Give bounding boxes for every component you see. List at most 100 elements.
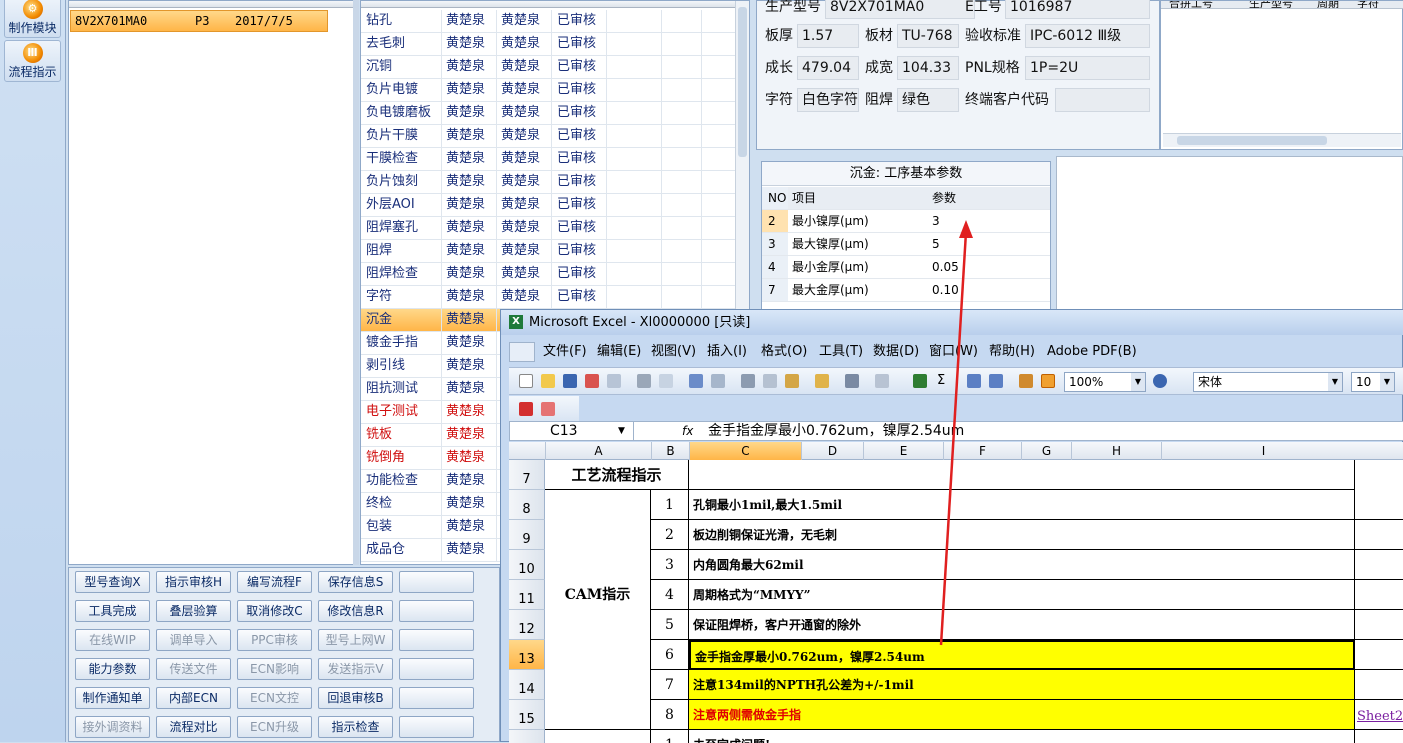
sort-asc-icon[interactable] (967, 374, 981, 388)
formula-content[interactable]: 金手指金厚最小0.762um，镍厚2.54um (708, 422, 964, 440)
function-button[interactable]: ECN升级 (237, 716, 312, 738)
standard-field[interactable]: IPC-6012 Ⅲ级 (1025, 24, 1150, 48)
step-number-cell[interactable]: 2 (651, 520, 689, 550)
step-number-cell[interactable]: 4 (651, 580, 689, 610)
excel-menu-item[interactable]: 文件(F) (543, 338, 587, 366)
new-icon[interactable] (519, 374, 533, 388)
excel-menu-item[interactable]: 视图(V) (651, 338, 696, 366)
function-button[interactable]: 型号查询X (75, 571, 150, 593)
thickness-field[interactable]: 1.57 (797, 24, 859, 48)
nav-flow-instruction[interactable]: Ⅲ 流程指示 (4, 40, 61, 82)
process-row[interactable]: 负片电镀 黄楚泉 黄楚泉 已审核 (361, 79, 735, 102)
step-number-cell[interactable]: 6 (651, 640, 689, 670)
function-button[interactable] (399, 629, 474, 651)
pdf-icon[interactable] (519, 402, 533, 416)
param-row[interactable]: 7 最大金厚(μm) 0.10 (762, 279, 1050, 302)
column-header[interactable]: G (1021, 442, 1071, 460)
pdf-mail-icon[interactable] (541, 402, 555, 416)
instruction-cell[interactable]: 注意134mil的NPTH孔公差为+/-1mil (689, 670, 1355, 700)
email-icon[interactable] (607, 374, 621, 388)
process-row[interactable]: 去毛刺 黄楚泉 黄楚泉 已审核 (361, 33, 735, 56)
permission-icon[interactable] (585, 374, 599, 388)
char-field[interactable]: 白色字符 (797, 88, 859, 112)
column-header[interactable]: B (651, 442, 689, 460)
process-row[interactable]: 字符 黄楚泉 黄楚泉 已审核 (361, 286, 735, 309)
instruction-cell[interactable]: 孔铜最小1mil,最大1.5mil (689, 490, 1355, 520)
function-button[interactable]: 指示检查 (318, 716, 393, 738)
instruction-cell[interactable]: 保证阻焊桥，客户开通窗的除外 (689, 610, 1355, 640)
function-button[interactable]: ECN文控 (237, 687, 312, 709)
function-button[interactable]: 回退审核B (318, 687, 393, 709)
instruction-cell[interactable]: 内角圆角最大62mil (689, 550, 1355, 580)
function-button[interactable]: 叠层验算 (156, 600, 231, 622)
eno-field[interactable]: 1016987 (1005, 0, 1150, 19)
row-header[interactable]: 8 (509, 490, 545, 520)
sort-desc-icon[interactable] (989, 374, 1003, 388)
grid-cell[interactable] (1355, 580, 1403, 610)
process-row[interactable]: 阻焊塞孔 黄楚泉 黄楚泉 已审核 (361, 217, 735, 240)
row-header[interactable] (509, 730, 545, 743)
font-select[interactable]: 宋体 ▼ (1193, 372, 1343, 392)
length-field[interactable]: 479.04 (797, 56, 859, 80)
function-button[interactable]: 指示审核H (156, 571, 231, 593)
process-row[interactable]: 沉铜 黄楚泉 黄楚泉 已审核 (361, 56, 735, 79)
process-row[interactable]: 钻孔 黄楚泉 黄楚泉 已审核 (361, 10, 735, 33)
chart-icon[interactable] (1019, 374, 1033, 388)
process-row[interactable]: 干膜检查 黄楚泉 黄楚泉 已审核 (361, 148, 735, 171)
step-number-cell[interactable]: 7 (651, 670, 689, 700)
grid-cell[interactable] (1355, 730, 1403, 743)
name-box[interactable]: C13 (510, 422, 634, 440)
grid-cell[interactable] (1355, 670, 1403, 700)
open-icon[interactable] (541, 374, 555, 388)
function-button[interactable] (399, 571, 474, 593)
row-header[interactable]: 15 (509, 700, 545, 730)
param-row[interactable]: 4 最小金厚(μm) 0.05 (762, 256, 1050, 279)
cut-icon[interactable] (741, 374, 755, 388)
process-row[interactable]: 负片干膜 黄楚泉 黄楚泉 已审核 (361, 125, 735, 148)
excel-menu-item[interactable]: 窗口(W) (929, 338, 978, 366)
material-field[interactable]: TU-768 (897, 24, 959, 48)
font-size-select[interactable]: 10 ▼ (1351, 372, 1395, 392)
autosum-icon[interactable]: Σ (937, 374, 951, 388)
process-row[interactable]: 阻焊检查 黄楚泉 黄楚泉 已审核 (361, 263, 735, 286)
function-button[interactable]: 工具完成 (75, 600, 150, 622)
column-header[interactable]: A (545, 442, 651, 460)
grid-cell[interactable] (1355, 610, 1403, 640)
row-header[interactable]: 7 (509, 460, 545, 490)
function-button[interactable]: 传送文件 (156, 658, 231, 680)
sheet-link[interactable]: Sheet2 (1355, 700, 1403, 730)
function-button[interactable]: 修改信息R (318, 600, 393, 622)
nav-make-module[interactable]: ⚙ 制作模块 (4, 0, 61, 38)
save-icon[interactable] (563, 374, 577, 388)
param-row[interactable]: 2 最小镍厚(μm) 3 (762, 210, 1050, 233)
model-field[interactable]: 8V2X701MA0 (825, 0, 975, 19)
process-row[interactable]: 负电镀磨板 黄楚泉 黄楚泉 已审核 (361, 102, 735, 125)
function-button[interactable]: 取消修改C (237, 600, 312, 622)
function-button[interactable]: 制作通知单 (75, 687, 150, 709)
excel-titlebar[interactable]: X Microsoft Excel - Xl0000000 [只读] (501, 310, 1403, 335)
function-button[interactable]: 能力参数 (75, 658, 150, 680)
spelling-icon[interactable] (689, 374, 703, 388)
instruction-cell[interactable]: 注意两侧需做金手指 (689, 700, 1355, 730)
column-header[interactable]: F (943, 442, 1021, 460)
row-header[interactable]: 11 (509, 580, 545, 610)
paste-icon[interactable] (785, 374, 799, 388)
format-painter-icon[interactable] (815, 374, 829, 388)
grid-cell[interactable] (1355, 490, 1403, 520)
step-number-cell[interactable]: 8 (651, 700, 689, 730)
excel-menu-item[interactable]: 帮助(H) (989, 338, 1035, 366)
function-button[interactable]: 接外调资料 (75, 716, 150, 738)
function-button[interactable] (399, 600, 474, 622)
mask-field[interactable]: 绿色 (897, 88, 959, 112)
zoom-select[interactable]: 100% ▼ (1064, 372, 1146, 392)
step-number-cell[interactable]: 3 (651, 550, 689, 580)
order-row-selected[interactable]: 8V2X701MA0 P3 2017/7/5 (70, 10, 328, 32)
function-button[interactable] (399, 658, 474, 680)
redo-icon[interactable] (875, 374, 889, 388)
grid-cell[interactable] (689, 460, 1355, 490)
function-button[interactable]: 保存信息S (318, 571, 393, 593)
excel-menu-item[interactable]: 数据(D) (873, 338, 919, 366)
step-number-cell[interactable]: 1 (651, 490, 689, 520)
research-icon[interactable] (711, 374, 725, 388)
function-button[interactable]: PPC审核 (237, 629, 312, 651)
